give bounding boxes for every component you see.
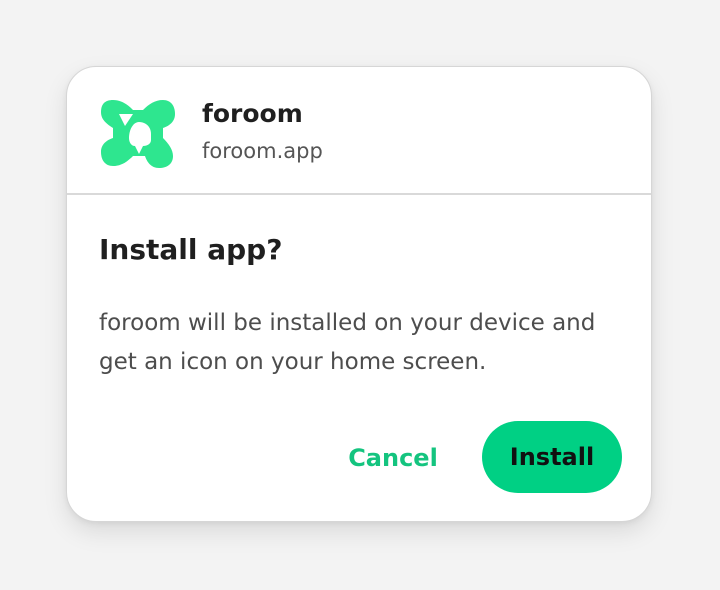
app-url: foroom.app (202, 139, 323, 163)
dialog-header: foroom foroom.app (67, 67, 651, 195)
install-dialog: foroom foroom.app Install app? foroom wi… (66, 66, 652, 522)
dialog-message: foroom will be installed on your device … (99, 310, 596, 375)
dialog-title: Install app? (99, 233, 283, 266)
install-button[interactable]: Install (482, 421, 622, 493)
foroom-logo-icon (101, 100, 175, 168)
app-name: foroom (202, 99, 303, 128)
cancel-button[interactable]: Cancel (333, 422, 453, 494)
